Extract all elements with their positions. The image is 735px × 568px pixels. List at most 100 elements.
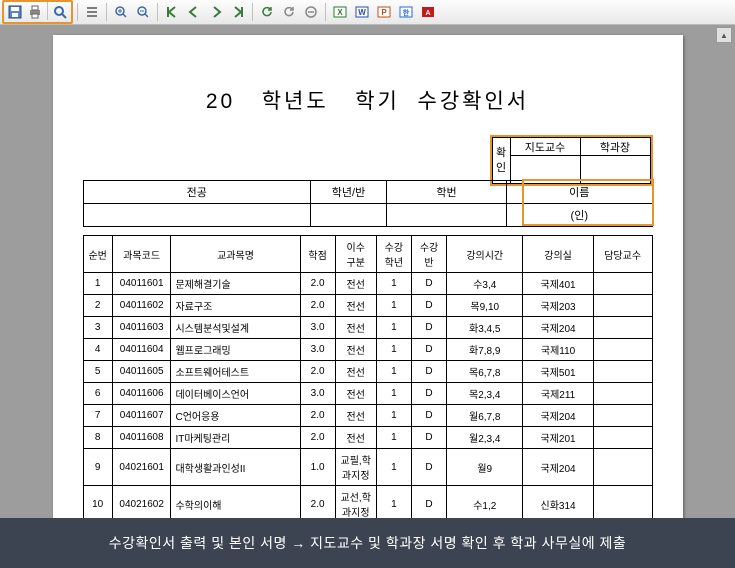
zoom-out-button[interactable]	[133, 2, 153, 22]
col-time: 강의시간	[447, 236, 523, 273]
cell-name: 데이터베이스언어	[171, 383, 300, 405]
prev-page-button[interactable]	[184, 2, 204, 22]
cell-ig: 교필,학과지정	[335, 449, 376, 486]
export-pdf-button[interactable]: A	[418, 2, 438, 22]
cell-no: 8	[83, 427, 112, 449]
export-hwp-button[interactable]: 한	[396, 2, 416, 22]
col-code: 과목코드	[112, 236, 171, 273]
cell-prof	[593, 361, 652, 383]
print-button[interactable]	[25, 2, 45, 22]
stop-refresh-button[interactable]	[279, 2, 299, 22]
col-no: 순번	[83, 236, 112, 273]
save-button[interactable]	[5, 2, 25, 22]
cell-ig: 전선	[335, 405, 376, 427]
cell-sc: D	[411, 273, 446, 295]
cell-no: 10	[83, 486, 112, 519]
cell-sy: 1	[376, 361, 411, 383]
cell-name: IT마케팅관리	[171, 427, 300, 449]
find-button[interactable]	[50, 2, 70, 22]
export-excel-button[interactable]: X	[330, 2, 350, 22]
first-page-button[interactable]	[162, 2, 182, 22]
next-page-button[interactable]	[206, 2, 226, 22]
cell-code: 04011603	[112, 317, 171, 339]
cell-no: 6	[83, 383, 112, 405]
cell-no: 9	[83, 449, 112, 486]
col-sugang-year: 수강 학년	[376, 236, 411, 273]
approval-head-header: 학과장	[580, 138, 650, 156]
zoom-in-button[interactable]	[111, 2, 131, 22]
cancel-button[interactable]	[301, 2, 321, 22]
yearclass-value	[311, 204, 387, 227]
cell-sy: 1	[376, 405, 411, 427]
cell-sy: 1	[376, 317, 411, 339]
svg-text:W: W	[358, 8, 366, 17]
cell-sy: 1	[376, 449, 411, 486]
cell-room: 국제204	[523, 405, 593, 427]
cell-time: 목6,7,8	[447, 361, 523, 383]
cell-prof	[593, 339, 652, 361]
export-word-button[interactable]: W	[352, 2, 372, 22]
studentno-header: 학번	[386, 181, 506, 204]
cell-credit: 2.0	[300, 486, 335, 519]
table-row: 804011608IT마케팅관리2.0전선1D월2,3,4국제201	[83, 427, 652, 449]
cell-credit: 2.0	[300, 295, 335, 317]
cell-sy: 1	[376, 383, 411, 405]
cell-sc: D	[411, 361, 446, 383]
studentno-value	[386, 204, 506, 227]
svg-text:한: 한	[403, 8, 410, 17]
outline-button[interactable]	[82, 2, 102, 22]
report-viewer[interactable]: 20 학년도 학기 수강확인서 확인 지도교수 학과장	[0, 25, 735, 518]
cell-prof	[593, 383, 652, 405]
cell-sc: D	[411, 339, 446, 361]
cell-room: 국제201	[523, 427, 593, 449]
cell-time: 화7,8,9	[447, 339, 523, 361]
cell-credit: 2.0	[300, 361, 335, 383]
cell-code: 04011601	[112, 273, 171, 295]
cell-credit: 3.0	[300, 317, 335, 339]
cell-code: 04011607	[112, 405, 171, 427]
cell-ig: 교선,학과지정	[335, 486, 376, 519]
cell-room: 국제501	[523, 361, 593, 383]
title-row: 20 학년도 학기 수강확인서	[83, 85, 653, 115]
scroll-up-button[interactable]: ▲	[716, 27, 732, 43]
refresh-button[interactable]	[257, 2, 277, 22]
col-room: 강의실	[523, 236, 593, 273]
course-table: 순번 과목코드 교과목명 학점 이수 구분 수강 학년 수강 반 강의시간 강의…	[83, 235, 653, 518]
cell-sc: D	[411, 486, 446, 519]
cell-code: 04011605	[112, 361, 171, 383]
major-value	[83, 204, 311, 227]
table-row: 604011606데이터베이스언어3.0전선1D목2,3,4국제211	[83, 383, 652, 405]
cell-ig: 전선	[335, 295, 376, 317]
cell-time: 화3,4,5	[447, 317, 523, 339]
cell-sc: D	[411, 427, 446, 449]
cell-credit: 2.0	[300, 427, 335, 449]
title-year-prefix: 20	[206, 90, 235, 113]
cell-time: 월6,7,8	[447, 405, 523, 427]
cell-sy: 1	[376, 486, 411, 519]
title-semester-label: 학기	[355, 90, 400, 113]
last-page-button[interactable]	[228, 2, 248, 22]
cell-sc: D	[411, 405, 446, 427]
cell-time: 목2,3,4	[447, 383, 523, 405]
approval-box: 확인 지도교수 학과장	[490, 135, 653, 186]
title-year-label: 학년도	[262, 90, 329, 113]
export-ppt-button[interactable]: P	[374, 2, 394, 22]
table-row: 304011603시스템분석및설계3.0전선1D화3,4,5국제204	[83, 317, 652, 339]
table-row: 904021601대학생활과인성II1.0교필,학과지정1D월9국제204	[83, 449, 652, 486]
instruction-footer: 수강확인서 출력 및 본인 서명 → 지도교수 및 학과장 서명 확인 후 학과…	[0, 518, 735, 568]
cell-ig: 전선	[335, 361, 376, 383]
cell-no: 5	[83, 361, 112, 383]
cell-no: 7	[83, 405, 112, 427]
cell-time: 수3,4	[447, 273, 523, 295]
cell-room: 국제203	[523, 295, 593, 317]
table-row: 404011604웹프로그래밍3.0전선1D화7,8,9국제110	[83, 339, 652, 361]
student-info-table: 전공 학년/반 학번 이름 (인)	[83, 180, 653, 227]
cell-name: 웹프로그래밍	[171, 339, 300, 361]
cell-credit: 3.0	[300, 339, 335, 361]
table-row: 704011607C언어응용2.0전선1D월6,7,8국제204	[83, 405, 652, 427]
cell-name: C언어응용	[171, 405, 300, 427]
cell-code: 04021601	[112, 449, 171, 486]
cell-time: 수1,2	[447, 486, 523, 519]
name-value: (인)	[507, 204, 652, 227]
title-doc-name: 수강확인서	[418, 90, 530, 113]
